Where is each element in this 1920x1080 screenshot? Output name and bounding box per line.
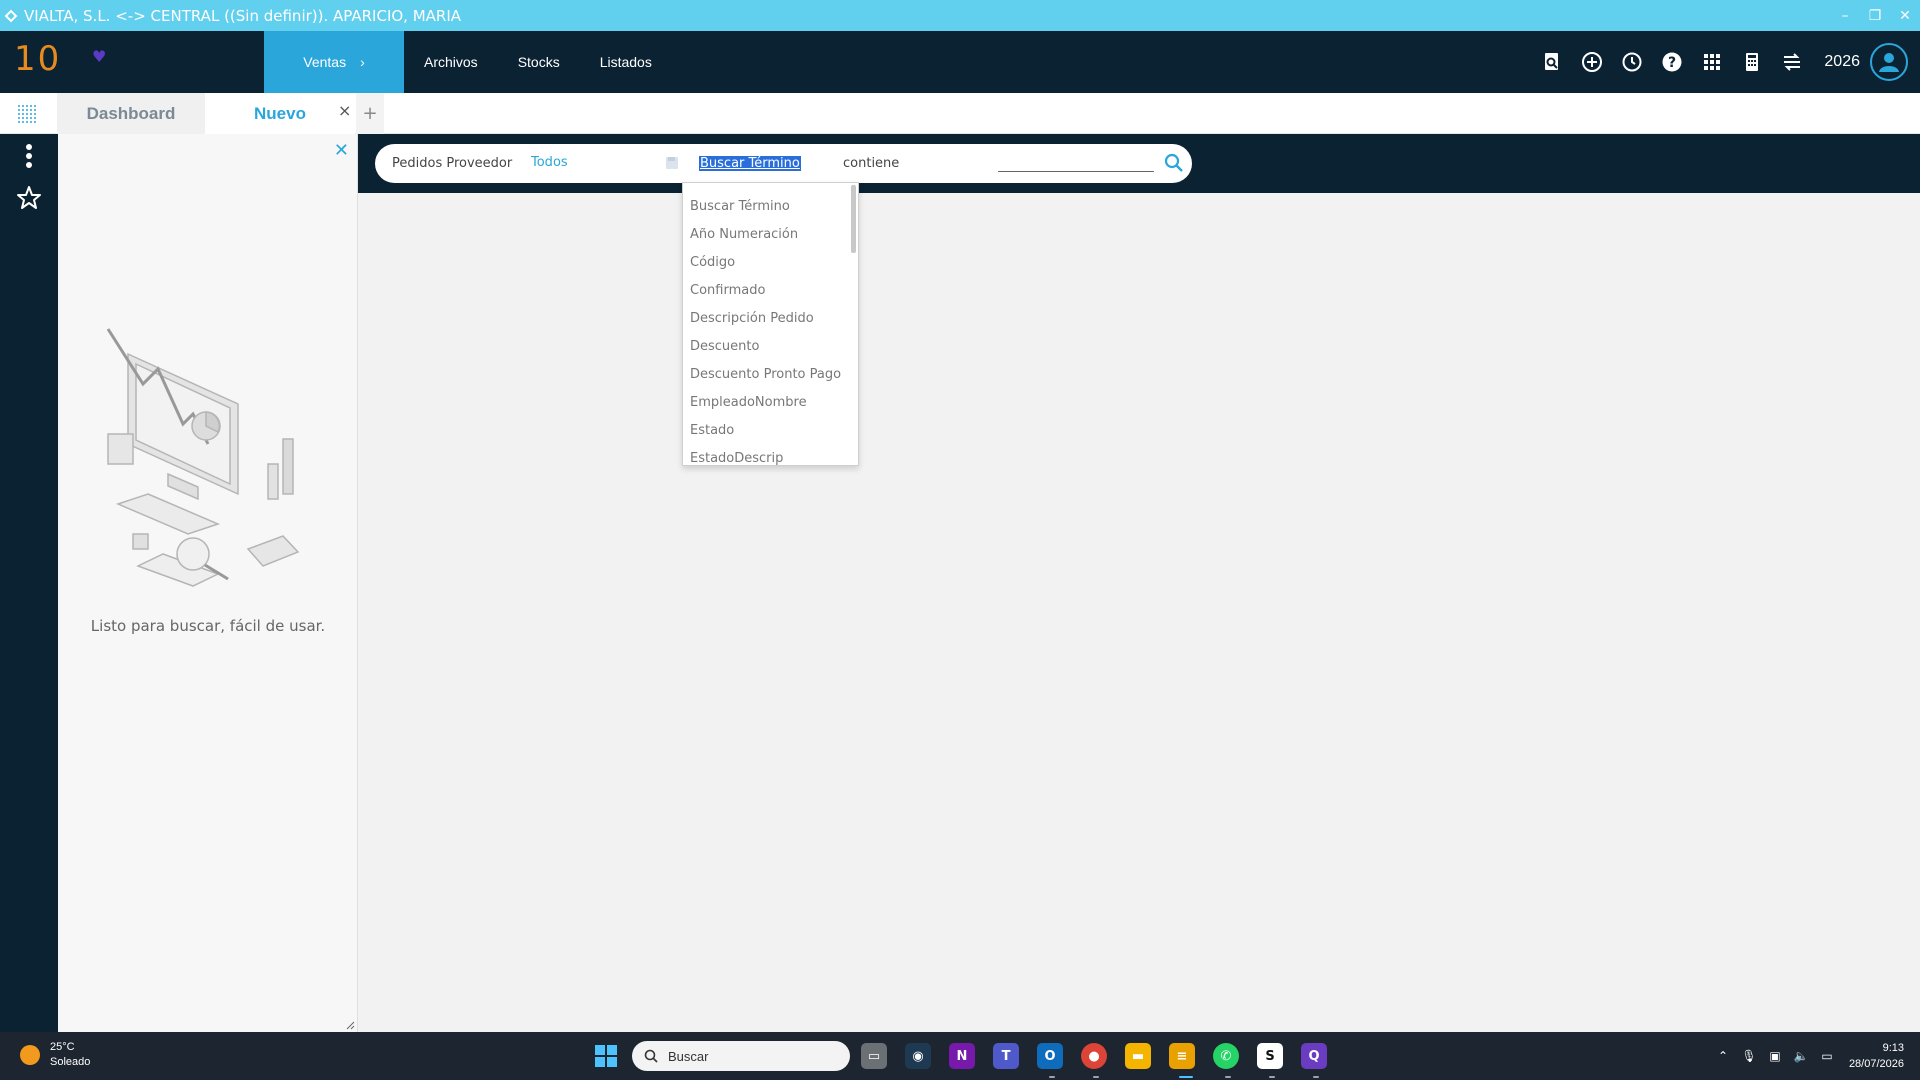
brand-logo[interactable]: 10 ♥ (0, 31, 264, 93)
save-icon[interactable] (665, 156, 679, 170)
dropdown-option[interactable]: Confirmado (683, 277, 851, 305)
app-logo-icon (4, 9, 18, 22)
minimize-button[interactable]: – (1830, 8, 1860, 24)
s-app-icon[interactable]: S (1257, 1043, 1283, 1069)
weather-widget[interactable]: 25°C Soleado (20, 1040, 90, 1070)
q-app-icon[interactable]: Q (1301, 1043, 1327, 1069)
taskbar-search-label: Buscar (668, 1048, 709, 1064)
dropdown-option[interactable]: Descuento Pronto Pago (683, 361, 851, 389)
dropdown-option[interactable]: EstadoDescrip (683, 445, 851, 465)
main-content-area (358, 193, 1920, 1032)
apps-grid-icon[interactable] (1692, 31, 1732, 93)
taskbar-search[interactable]: Buscar (632, 1041, 850, 1071)
chevron-right-icon: › (360, 54, 365, 70)
panel-close-icon[interactable]: ✕ (334, 140, 349, 161)
transfer-icon[interactable] (1772, 31, 1812, 93)
calculator-icon[interactable] (1732, 31, 1772, 93)
clock-date: 28/07/2026 (1848, 1058, 1904, 1070)
add-circle-icon[interactable] (1572, 31, 1612, 93)
dropdown-option[interactable]: Año Numeración (683, 221, 851, 249)
running-indicator (1269, 1076, 1275, 1078)
search-input[interactable] (998, 152, 1154, 172)
dropdown-scrollbar[interactable] (851, 185, 856, 253)
running-indicator (1049, 1076, 1055, 1078)
scope-selector[interactable]: Todos (531, 155, 568, 170)
side-panel: ✕ Listo para buscar, fácil de usar. (58, 134, 358, 1032)
more-vertical-icon[interactable] (15, 142, 43, 170)
field-dropdown: Buscar Término Año Numeración Código Con… (682, 182, 859, 466)
tab-dashboard[interactable]: Dashboard (57, 93, 205, 134)
nav-ventas-label: Ventas (303, 54, 347, 70)
dropdown-option[interactable]: Código (683, 249, 851, 277)
left-rail (0, 134, 58, 1032)
display-icon[interactable]: ▣ (1762, 1049, 1788, 1063)
search-field-selector[interactable]: Buscar Término (699, 156, 801, 171)
dashboard-illustration (106, 328, 300, 587)
dropdown-option[interactable]: Descuento (683, 333, 851, 361)
nav-listados[interactable]: Listados (580, 31, 672, 93)
empty-state-message: Listo para buscar, fácil de usar. (90, 617, 326, 635)
tab-nuevo[interactable]: Nuevo (205, 93, 355, 134)
search-icon (644, 1049, 658, 1063)
folder-icon[interactable]: ▬ (1125, 1043, 1151, 1069)
running-indicator (1225, 1076, 1231, 1078)
chevron-up-icon[interactable]: ⌃ (1710, 1049, 1736, 1063)
chrome-icon[interactable]: ● (1081, 1043, 1107, 1069)
dropdown-option[interactable]: EmpleadoNombre (683, 389, 851, 417)
search-icon[interactable] (1164, 153, 1184, 173)
security-icon[interactable]: ◉ (905, 1043, 931, 1069)
svg-text:?: ? (1668, 55, 1676, 71)
temperature: 25°C (50, 1041, 75, 1053)
top-navigation: 10 ♥ Ventas › Archivos Stocks Listados ?… (0, 31, 1920, 93)
history-icon[interactable] (1612, 31, 1652, 93)
star-icon[interactable] (15, 184, 43, 212)
resize-grip-icon[interactable] (345, 1020, 355, 1030)
dropdown-option[interactable]: Estado (683, 417, 851, 445)
close-window-button[interactable]: ✕ (1890, 8, 1920, 24)
running-indicator (1093, 1076, 1099, 1078)
onenote-icon[interactable]: N (949, 1043, 975, 1069)
search-toolbar: Pedidos Proveedor Todos Buscar Término c… (358, 134, 1920, 193)
operator-selector[interactable]: contiene (843, 156, 899, 171)
nav-ventas[interactable]: Ventas › (264, 31, 404, 93)
dropdown-option[interactable]: Buscar Término (683, 193, 851, 221)
active-indicator (1179, 1076, 1193, 1078)
battery-icon[interactable]: ▭ (1814, 1049, 1840, 1063)
window-title: VIALTA, S.L. <-> CENTRAL ((Sin definir))… (24, 6, 462, 25)
year-label[interactable]: 2026 (1824, 53, 1860, 71)
search-bar: Pedidos Proveedor Todos Buscar Término c… (375, 144, 1192, 183)
nav-stocks[interactable]: Stocks (498, 31, 580, 93)
dotted-grid-icon[interactable] (17, 104, 37, 124)
entity-selector[interactable]: Pedidos Proveedor (392, 156, 512, 171)
teams-icon[interactable]: T (993, 1043, 1019, 1069)
window-title-bar: VIALTA, S.L. <-> CENTRAL ((Sin definir))… (0, 0, 1920, 31)
logo-number: 10 (14, 39, 62, 79)
outlook-icon[interactable]: O (1037, 1043, 1063, 1069)
tab-close-icon[interactable]: × (338, 101, 351, 120)
nav-archivos[interactable]: Archivos (404, 31, 498, 93)
dropdown-option[interactable]: Descripción Pedido (683, 305, 851, 333)
clock[interactable]: 9:13 28/07/2026 (1840, 1040, 1920, 1072)
microphone-icon[interactable]: 🎙 (1736, 1049, 1762, 1063)
whatsapp-icon[interactable]: ✆ (1213, 1043, 1239, 1069)
volume-icon[interactable]: 🔈 (1788, 1049, 1814, 1063)
search-document-icon[interactable] (1532, 31, 1572, 93)
tab-bar: Dashboard Nuevo × + (0, 93, 1920, 134)
system-tray: ⌃ 🎙 ▣ 🔈 ▭ 9:13 28/07/2026 (1710, 1032, 1920, 1080)
file-explorer-icon[interactable]: ▭ (861, 1043, 887, 1069)
windows-taskbar: 25°C Soleado Buscar ▭ ◉ N T O ● ▬ ≡ ✆ S … (0, 1032, 1920, 1080)
running-indicator (1313, 1076, 1319, 1078)
restore-button[interactable]: ❐ (1860, 8, 1890, 24)
user-avatar-icon[interactable] (1870, 43, 1908, 81)
weather-condition: Soleado (50, 1056, 91, 1068)
clock-time: 9:13 (1882, 1042, 1904, 1054)
notes-icon[interactable]: ≡ (1169, 1043, 1195, 1069)
help-icon[interactable]: ? (1652, 31, 1692, 93)
add-tab-button[interactable]: + (356, 93, 384, 134)
windows-start-icon[interactable] (594, 1044, 618, 1068)
sun-icon (20, 1045, 40, 1065)
heart-icon: ♥ (92, 47, 107, 66)
